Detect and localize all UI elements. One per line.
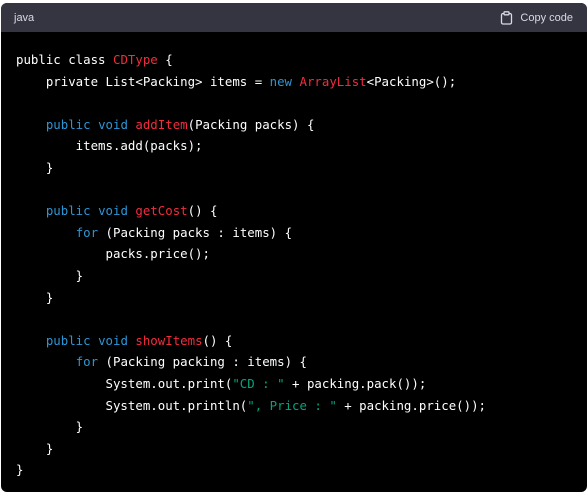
code-identifier: getCost (135, 203, 188, 219)
code-line: public void showItems() { (16, 330, 587, 352)
code-text: { (157, 52, 173, 67)
code-text: + packing.pack()); (284, 375, 427, 391)
code-line: public void getCost() { (16, 200, 587, 222)
code-keyword: void (98, 116, 128, 132)
code-text: items.add(packs); (16, 138, 203, 154)
code-block: java Copy code public class CDType { pri… (1, 3, 587, 492)
code-keyword: new (269, 73, 293, 89)
code-identifier: showItems (135, 332, 203, 348)
code-text: + packing.price()); (336, 397, 486, 413)
language-label: java (14, 11, 35, 24)
code-line: public void addItem(Packing packs) { (16, 114, 587, 136)
code-text: (Packing packs : items) { (98, 224, 293, 240)
code-text: public class (16, 52, 113, 67)
code-keyword: public (45, 332, 91, 348)
code-line: for (Packing packs : items) { (16, 222, 587, 244)
code-keyword: for (75, 224, 99, 240)
code-text: } (16, 440, 54, 456)
code-line: for (Packing packing : items) { (16, 351, 587, 373)
code-text: private List<Packing> items = (16, 73, 270, 89)
code-line: } (16, 416, 587, 438)
code-text: } (16, 267, 84, 283)
code-identifier: CDType (112, 52, 158, 67)
code-line: System.out.println(", Price : " + packin… (16, 395, 587, 417)
code-content: public class CDType { private List<Packi… (1, 32, 587, 481)
code-identifier: addItem (135, 116, 188, 132)
code-keyword: for (75, 354, 99, 370)
code-string: ", Price : " (247, 397, 337, 413)
code-text: (Packing packs) { (187, 116, 315, 132)
code-text: <Packing>(); (366, 73, 457, 89)
code-text: System.out.print( (16, 375, 233, 391)
code-line: } (16, 459, 587, 481)
code-text: } (16, 289, 54, 305)
code-line: packs.price(); (16, 243, 587, 265)
code-line: items.add(packs); (16, 135, 587, 157)
code-line: public class CDType { (16, 49, 587, 71)
code-text: System.out.println( (16, 397, 248, 413)
code-header: java Copy code (1, 3, 587, 32)
code-line: } (16, 265, 587, 287)
code-keyword: void (98, 203, 128, 219)
code-line: System.out.print("CD : " + packing.pack(… (16, 373, 587, 395)
code-text: } (16, 462, 24, 478)
code-text: packs.price(); (16, 246, 210, 262)
code-line: private List<Packing> items = new ArrayL… (16, 71, 587, 93)
code-line: } (16, 157, 587, 179)
copy-code-label: Copy code (520, 11, 573, 24)
code-text: } (16, 419, 84, 435)
code-text: (Packing packing : items) { (98, 354, 307, 370)
copy-code-button[interactable]: Copy code (500, 10, 573, 25)
code-text: () { (202, 332, 233, 348)
code-keyword: void (98, 332, 128, 348)
code-identifier: ArrayList (299, 73, 367, 89)
code-line: } (16, 287, 587, 309)
code-text: } (16, 159, 54, 175)
code-line: } (16, 438, 587, 460)
code-keyword: public (45, 116, 91, 132)
clipboard-icon (500, 10, 513, 25)
code-keyword: public (45, 203, 91, 219)
code-string: "CD : " (232, 375, 285, 391)
code-text: () { (187, 203, 218, 219)
